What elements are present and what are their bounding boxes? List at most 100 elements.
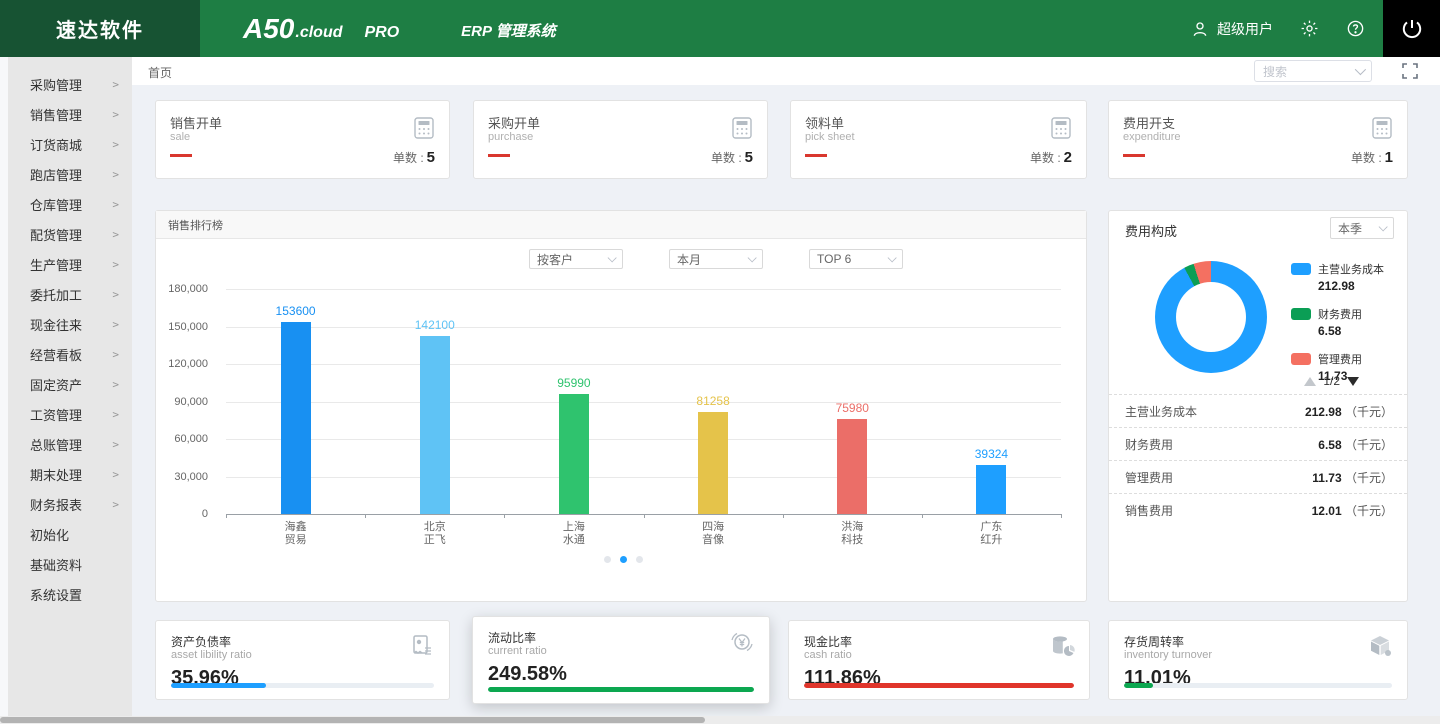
sidebar-item-16[interactable]: 初始化 <box>0 519 132 549</box>
ratio-card-title: 流动比率 <box>488 629 536 646</box>
sales-bar-chart: 030,00060,00090,000120,000150,000180,000… <box>156 239 1088 603</box>
summary-card-4[interactable]: 费用开支expenditure单数 :1 <box>1108 100 1408 179</box>
chart-gridline <box>226 439 1061 440</box>
sidebar-item-5[interactable]: 仓库管理> <box>0 189 132 219</box>
scrollbar-thumb[interactable] <box>0 717 705 723</box>
fullscreen-icon[interactable] <box>1402 63 1418 79</box>
user-menu[interactable]: 超级用户 <box>1190 19 1273 39</box>
x-axis-category-label: 海鑫贸易 <box>251 521 341 547</box>
count-label: 单数 : <box>711 151 742 165</box>
sidebar-item-label: 工资管理 <box>30 405 82 424</box>
bar-value-label: 142100 <box>390 318 480 332</box>
expense-period-select[interactable]: 本季 <box>1330 217 1394 239</box>
y-axis-tick-label: 0 <box>156 508 208 520</box>
red-dash-decoration <box>805 154 827 157</box>
sales-bar <box>420 336 450 514</box>
red-dash-decoration <box>170 154 192 157</box>
sidebar-item-label: 基础资料 <box>30 555 82 574</box>
expense-row-label: 管理费用 <box>1125 469 1312 486</box>
ratio-card-4[interactable]: 存货周转率inventory turnover11.01% <box>1108 620 1408 700</box>
sales-panel-title: 销售排行榜 <box>168 217 223 233</box>
sidebar-item-18[interactable]: 系统设置 <box>0 579 132 609</box>
sidebar-item-4[interactable]: 跑店管理> <box>0 159 132 189</box>
sidebar-item-7[interactable]: 生产管理> <box>0 249 132 279</box>
sidebar-item-1[interactable]: 采购管理> <box>0 69 132 99</box>
horizontal-scrollbar[interactable] <box>0 716 1440 724</box>
legend-label: 管理费用 <box>1318 351 1362 367</box>
settings-gear-icon[interactable] <box>1299 19 1319 39</box>
ratio-progress-track <box>171 683 434 688</box>
expense-row-4: 销售费用12.01 （千元） <box>1109 493 1407 526</box>
ratio-card-3[interactable]: 现金比率cash ratio111.86% <box>788 620 1090 700</box>
pager-down-icon[interactable] <box>1347 377 1359 386</box>
summary-card-title: 费用开支 <box>1123 113 1175 132</box>
count-value: 5 <box>427 149 435 166</box>
sales-ranking-panel: 销售排行榜 按客户本月TOP 6 030,00060,00090,000120,… <box>155 210 1087 602</box>
ratio-progress-fill <box>804 683 1074 688</box>
ratio-card-1[interactable]: 资产负债率asset libility ratio35.96% <box>155 620 450 700</box>
report-document-icon <box>409 633 435 664</box>
sidebar-item-11[interactable]: 固定资产> <box>0 369 132 399</box>
app-header: 速达软件 A50.cloud PRO ERP 管理系统 超级用户 <box>0 0 1440 57</box>
ratio-progress-fill <box>488 687 754 692</box>
sidebar-item-2[interactable]: 销售管理> <box>0 99 132 129</box>
sidebar-item-label: 采购管理 <box>30 75 82 94</box>
count-value: 2 <box>1064 149 1072 166</box>
sales-bar <box>837 419 867 514</box>
company-logo: 速达软件 <box>0 0 200 57</box>
x-axis-tick <box>504 514 505 518</box>
ratio-card-subtitle: current ratio <box>488 645 547 657</box>
sidebar-item-label: 现金往来 <box>30 315 82 334</box>
breadcrumb-home-tab[interactable]: 首页 <box>148 64 172 81</box>
chevron-down-icon <box>1379 222 1388 231</box>
expense-row-3: 管理费用11.73 （千元） <box>1109 460 1407 493</box>
chevron-right-icon: > <box>112 438 119 451</box>
expense-panel-title: 费用构成 <box>1125 221 1177 240</box>
sidebar-item-6[interactable]: 配货管理> <box>0 219 132 249</box>
sidebar-item-8[interactable]: 委托加工> <box>0 279 132 309</box>
sales-bar <box>698 412 728 514</box>
carousel-dot-3[interactable] <box>636 556 643 563</box>
summary-card-1[interactable]: 销售开单sale单数 :5 <box>155 100 450 179</box>
sidebar-item-13[interactable]: 总账管理> <box>0 429 132 459</box>
summary-card-title: 采购开单 <box>488 113 540 132</box>
summary-card-3[interactable]: 领料单pick sheet单数 :2 <box>790 100 1087 179</box>
chevron-right-icon: > <box>112 198 119 211</box>
sidebar-item-12[interactable]: 工资管理> <box>0 399 132 429</box>
power-icon <box>1400 17 1424 41</box>
ratio-card-2[interactable]: 流动比率current ratio249.58% <box>472 616 770 704</box>
sidebar-item-14[interactable]: 期末处理> <box>0 459 132 489</box>
summary-card-subtitle: purchase <box>488 131 533 143</box>
x-axis-tick <box>365 514 366 518</box>
pager-up-icon[interactable] <box>1304 377 1316 386</box>
expense-row-label: 主营业务成本 <box>1125 403 1305 420</box>
inventory-box-icon <box>1367 633 1393 664</box>
logo-text: 速达软件 <box>56 14 144 43</box>
legend-pager: 1/2 <box>1304 374 1359 388</box>
sidebar-item-17[interactable]: 基础资料 <box>0 549 132 579</box>
summary-card-2[interactable]: 采购开单purchase单数 :5 <box>473 100 768 179</box>
carousel-dot-1[interactable] <box>604 556 611 563</box>
product-name: A50 <box>243 13 294 45</box>
chevron-right-icon: > <box>112 288 119 301</box>
logout-power-button[interactable] <box>1383 0 1440 57</box>
ratio-card-title: 现金比率 <box>804 633 852 650</box>
y-axis-tick-label: 120,000 <box>156 358 208 370</box>
sidebar-item-15[interactable]: 财务报表> <box>0 489 132 519</box>
expense-row-2: 财务费用6.58 （千元） <box>1109 427 1407 460</box>
chevron-right-icon: > <box>112 138 119 151</box>
search-select[interactable]: 搜索 <box>1254 60 1372 82</box>
summary-card-subtitle: sale <box>170 131 190 143</box>
expense-row-unit: （千元） <box>1345 438 1393 452</box>
chevron-right-icon: > <box>112 348 119 361</box>
help-icon[interactable] <box>1345 19 1365 39</box>
chevron-right-icon: > <box>112 258 119 271</box>
legend-item-2: 财务费用6.58 <box>1291 306 1384 338</box>
ratio-card-subtitle: inventory turnover <box>1124 649 1212 661</box>
sidebar-item-10[interactable]: 经营看板> <box>0 339 132 369</box>
carousel-dot-2[interactable] <box>620 556 627 563</box>
sidebar-item-3[interactable]: 订货商城> <box>0 129 132 159</box>
sidebar-item-9[interactable]: 现金往来> <box>0 309 132 339</box>
ratio-card-title: 资产负债率 <box>171 633 231 650</box>
summary-card-count: 单数 :5 <box>393 149 435 166</box>
